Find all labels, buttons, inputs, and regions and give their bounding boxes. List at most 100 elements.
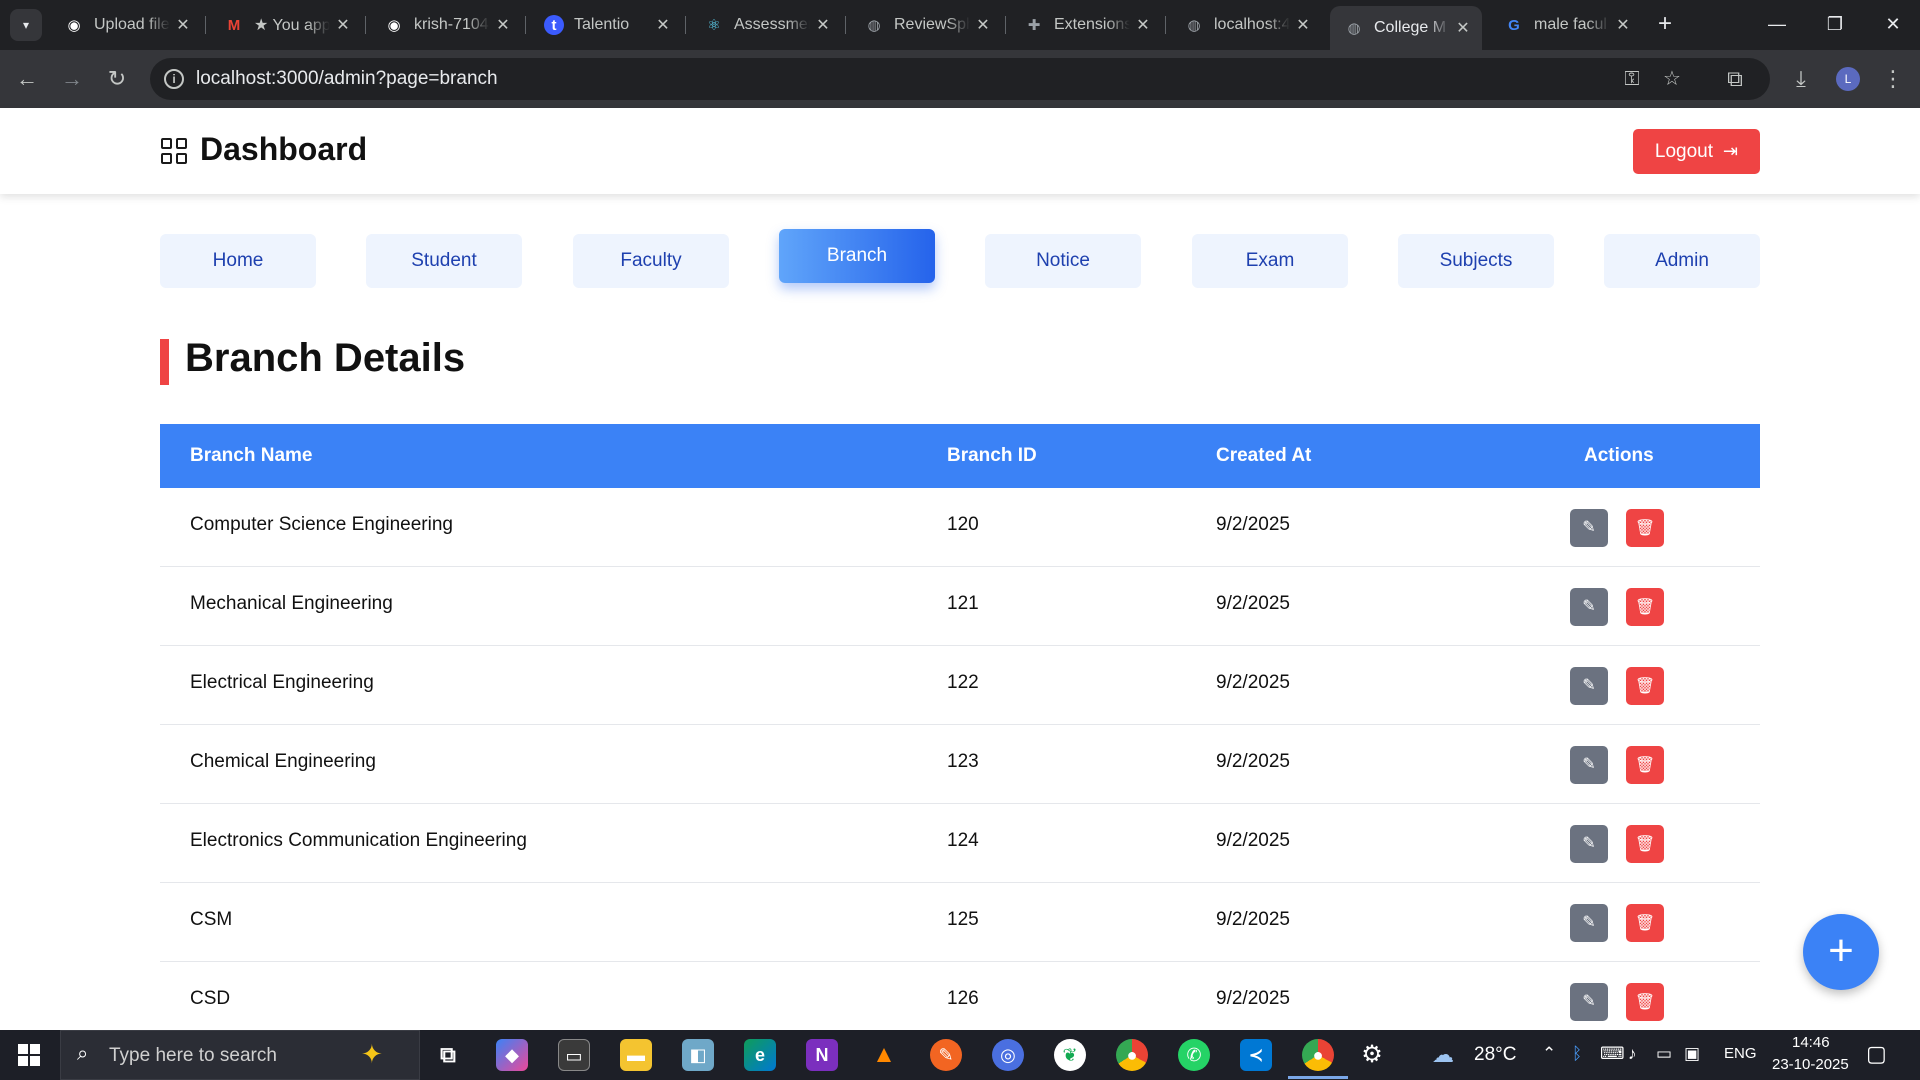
edit-button[interactable]: ✎ (1570, 667, 1608, 705)
whatsapp-icon[interactable]: ✆ (1178, 1039, 1210, 1071)
delete-button[interactable]: 🗑 (1626, 667, 1664, 705)
browser-tab[interactable]: ◍ ReviewSph ✕ (850, 6, 1002, 44)
menu-icon[interactable]: ⋮ (1878, 64, 1908, 94)
address-bar[interactable]: i localhost:3000/admin?page=branch ⚿ ☆ (150, 58, 1770, 100)
created-at-cell: 9/2/2025 (1216, 751, 1290, 772)
weather-temp[interactable]: 28°C (1474, 1044, 1516, 1066)
language-indicator[interactable]: ENG (1724, 1045, 1757, 1062)
onenote-icon[interactable]: N (806, 1039, 838, 1071)
download-icon[interactable]: ⤓ (1786, 64, 1816, 94)
branch-id-cell: 122 (947, 672, 979, 693)
close-tab-icon[interactable]: ✕ (974, 15, 992, 35)
browser-tab[interactable]: t Talentio ✕ (530, 6, 682, 44)
edit-button[interactable]: ✎ (1570, 983, 1608, 1021)
chromium-icon[interactable]: ◎ (992, 1039, 1024, 1071)
browser-tab[interactable]: M ★ You app ✕ (210, 6, 362, 44)
nav-student-button[interactable]: Student (366, 234, 522, 288)
close-tab-icon[interactable]: ✕ (1454, 18, 1472, 38)
reload-button[interactable]: ↻ (100, 62, 134, 96)
logout-button[interactable]: Logout ⇥ (1633, 129, 1760, 174)
notes-app-icon[interactable]: ◧ (682, 1039, 714, 1071)
delete-button[interactable]: 🗑 (1626, 983, 1664, 1021)
forward-button[interactable]: → (55, 62, 89, 96)
delete-button[interactable]: 🗑 (1626, 588, 1664, 626)
tab-separator (525, 16, 526, 34)
browser-tab[interactable]: ◍ localhost:4 ✕ (1170, 6, 1322, 44)
branch-table: Branch Name Branch ID Created At Actions… (160, 424, 1760, 1041)
add-branch-button[interactable]: + (1803, 914, 1879, 990)
bookmark-star-icon[interactable]: ☆ (1660, 67, 1684, 91)
extensions-icon[interactable]: ⧉ (1720, 64, 1750, 94)
browser-tab[interactable]: ✚ Extensions ✕ (1010, 6, 1162, 44)
close-tab-icon[interactable]: ✕ (1294, 15, 1312, 35)
close-tab-icon[interactable]: ✕ (174, 15, 192, 35)
file-explorer-icon[interactable]: ▬ (620, 1039, 652, 1071)
search-icon: ⌕ (77, 1043, 89, 1065)
tray-chevron-icon[interactable]: ⌃ (1542, 1044, 1556, 1064)
key-icon[interactable]: ⚿ (1620, 67, 1644, 91)
nav-exam-button[interactable]: Exam (1192, 234, 1348, 288)
profile-avatar[interactable]: L (1836, 67, 1860, 91)
delete-button[interactable]: 🗑 (1626, 746, 1664, 784)
close-tab-icon[interactable]: ✕ (654, 15, 672, 35)
table-row: Computer Science Engineering 120 9/2/2025 ✎… (160, 488, 1760, 567)
browser-tab[interactable]: ◍ College M ✕ (1330, 6, 1482, 50)
nav-notice-button[interactable]: Notice (985, 234, 1141, 288)
edge-icon[interactable]: e (744, 1039, 776, 1071)
delete-button[interactable]: 🗑 (1626, 904, 1664, 942)
section-accent-bar (160, 339, 169, 385)
close-tab-icon[interactable]: ✕ (1134, 15, 1152, 35)
vlc-icon[interactable]: ▲ (868, 1039, 900, 1071)
delete-button[interactable]: 🗑 (1626, 509, 1664, 547)
nav-subjects-button[interactable]: Subjects (1398, 234, 1554, 288)
edit-button[interactable]: ✎ (1570, 588, 1608, 626)
chrome-icon[interactable]: ● (1116, 1039, 1148, 1071)
volume-icon[interactable]: ♪ (1628, 1044, 1637, 1064)
edit-button[interactable]: ✎ (1570, 825, 1608, 863)
browser-tab[interactable]: ◉ Upload file ✕ (50, 6, 202, 44)
vscode-icon[interactable]: ≺ (1240, 1039, 1272, 1071)
restore-icon[interactable]: ❐ (1812, 4, 1858, 44)
edit-button[interactable]: ✎ (1570, 746, 1608, 784)
clock-time[interactable]: 14:46 (1792, 1034, 1830, 1051)
edit-button[interactable]: ✎ (1570, 509, 1608, 547)
close-window-icon[interactable]: ✕ (1870, 4, 1916, 44)
nav-faculty-button[interactable]: Faculty (573, 234, 729, 288)
weather-icon[interactable]: ☁ (1432, 1042, 1454, 1068)
browser-tab[interactable]: ◉ krish-7104 ✕ (370, 6, 522, 44)
terminal-icon[interactable]: ▭ (558, 1039, 590, 1071)
back-button[interactable]: ← (10, 62, 44, 96)
tab-search-button[interactable]: ▾ (10, 9, 42, 41)
minimize-icon[interactable]: — (1754, 4, 1800, 44)
delete-button[interactable]: 🗑 (1626, 825, 1664, 863)
postman-icon[interactable]: ✎ (930, 1039, 962, 1071)
tab-separator (1165, 16, 1166, 34)
nav-home-button[interactable]: Home (160, 234, 316, 288)
bluetooth-icon[interactable]: ᛒ (1572, 1044, 1582, 1064)
mongodb-icon[interactable]: ❦ (1054, 1039, 1086, 1071)
close-tab-icon[interactable]: ✕ (494, 15, 512, 35)
edit-button[interactable]: ✎ (1570, 904, 1608, 942)
chrome-profile-icon[interactable]: ● (1302, 1039, 1334, 1071)
nav-admin-button[interactable]: Admin (1604, 234, 1760, 288)
github-icon: ◉ (387, 17, 401, 34)
copilot-icon[interactable]: ◆ (496, 1039, 528, 1071)
site-info-icon[interactable]: i (164, 69, 184, 89)
clock-date[interactable]: 23-10-2025 (1772, 1056, 1849, 1073)
taskbar-search[interactable]: ⌕ Type here to search ✦ (60, 1030, 420, 1080)
settings-gear-icon[interactable]: ⚙ (1356, 1039, 1388, 1071)
nav-branch-button[interactable]: Branch (779, 229, 935, 283)
network-icon[interactable]: ⌨ (1600, 1044, 1625, 1064)
close-tab-icon[interactable]: ✕ (334, 15, 352, 35)
windows-start-icon[interactable] (18, 1044, 40, 1066)
browser-tab[interactable]: ⚛ Assessmen ✕ (690, 6, 842, 44)
battery-icon[interactable]: ▭ (1656, 1044, 1672, 1064)
created-at-cell: 9/2/2025 (1216, 514, 1290, 535)
power-icon[interactable]: ▣ (1684, 1044, 1700, 1064)
notifications-icon[interactable]: ▢ (1866, 1041, 1887, 1067)
browser-tab[interactable]: Gmale facul ✕ (1490, 6, 1642, 44)
new-tab-button[interactable]: + (1650, 9, 1680, 39)
task-view-icon[interactable]: ⧉ (432, 1039, 464, 1071)
close-tab-icon[interactable]: ✕ (814, 15, 832, 35)
close-tab-icon[interactable]: ✕ (1614, 15, 1632, 35)
